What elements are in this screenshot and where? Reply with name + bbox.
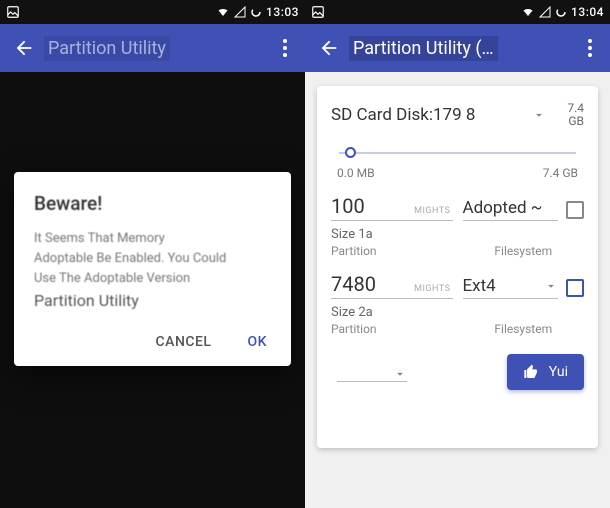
partition2-fs-label: Filesystem: [463, 322, 585, 336]
back-icon[interactable]: [313, 37, 345, 59]
disk-size: 7.4 GB: [550, 102, 584, 128]
status-bar: 13:04: [305, 0, 610, 24]
signal-icon: [539, 6, 551, 18]
ok-button[interactable]: OK: [244, 328, 272, 356]
partition1-fs-label: Filesystem: [463, 244, 585, 258]
partition2-fs-selector[interactable]: Ext4: [463, 276, 559, 299]
partition1-fs-selector[interactable]: Adopted ~: [463, 198, 559, 221]
dialog-title: Beware!: [34, 192, 271, 215]
app-bar: Partition Utility (…: [305, 24, 610, 72]
status-icons: 13:04: [521, 5, 604, 19]
status-icons: 13:03: [216, 5, 299, 19]
status-bar: 13:03: [0, 0, 305, 24]
partition-card: SD Card Disk:179 8 7.4 GB 0.0 MB 7.4 GB …: [317, 86, 598, 448]
wifi-icon: [216, 6, 230, 18]
overflow-icon[interactable]: [273, 39, 297, 57]
clock: 13:04: [571, 5, 604, 19]
cancel-button[interactable]: CANCEL: [152, 328, 216, 356]
partition2-checkbox[interactable]: [566, 279, 584, 297]
partition2-size-label: Size 2a: [331, 305, 453, 320]
chevron-down-icon: [393, 367, 407, 381]
dialog-body: It Seems That Memory Adoptable Be Enable…: [34, 229, 271, 289]
partition2-partition-label: Partition: [331, 322, 453, 336]
picture-icon: [311, 5, 329, 19]
app-title: Partition Utility (…: [345, 36, 578, 61]
partition2-size-field[interactable]: 7480 MIGHTS: [331, 272, 453, 299]
signal-icon: [234, 6, 246, 18]
loading-icon: [250, 6, 262, 18]
partition1-partition-label: Partition: [331, 244, 453, 258]
slider-thumb[interactable]: [345, 147, 356, 158]
overflow-icon[interactable]: [578, 39, 602, 57]
partition1-size-label: Size 1a: [331, 227, 453, 242]
apply-button[interactable]: Yui: [507, 354, 584, 390]
app-title: Partition Utility: [40, 36, 273, 61]
range-max: 7.4 GB: [543, 166, 578, 180]
picture-icon: [6, 5, 24, 19]
dialog-body-emphasis: Partition Utility: [34, 291, 271, 310]
size-slider[interactable]: [339, 146, 576, 160]
extra-selector[interactable]: [337, 362, 407, 382]
disk-label: SD Card Disk:179 8: [331, 105, 475, 125]
disk-selector[interactable]: SD Card Disk:179 8: [331, 105, 532, 125]
partition1-size-field[interactable]: 100 MIGHTS: [331, 194, 453, 221]
partition1-checkbox[interactable]: [566, 201, 584, 219]
screen-left: 13:03 Partition Utility Beware! It Seems…: [0, 0, 305, 508]
app-bar: Partition Utility: [0, 24, 305, 72]
thumb-up-icon: [523, 364, 539, 380]
back-icon[interactable]: [8, 37, 40, 59]
screen-right: 13:04 Partition Utility (… SD Card Disk:…: [305, 0, 610, 508]
loading-icon: [555, 6, 567, 18]
chevron-down-icon: [544, 279, 558, 293]
range-min: 0.0 MB: [337, 166, 375, 180]
clock: 13:03: [266, 5, 299, 19]
dialog: Beware! It Seems That Memory Adoptable B…: [14, 172, 291, 366]
chevron-down-icon[interactable]: [532, 108, 550, 122]
dialog-actions: CANCEL OK: [34, 328, 271, 356]
wifi-icon: [521, 6, 535, 18]
apply-label: Yui: [549, 364, 568, 380]
